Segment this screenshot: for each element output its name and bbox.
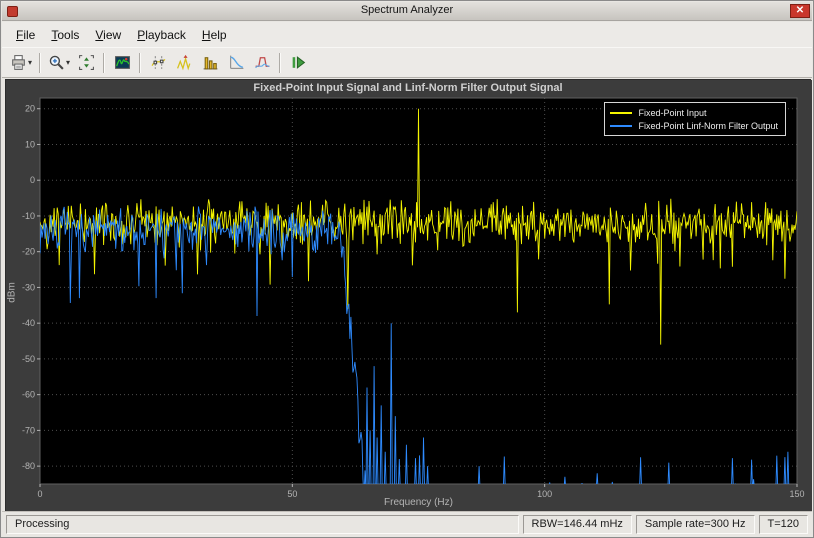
statusbar: Processing RBW=146.44 mHz Sample rate=30… bbox=[2, 511, 812, 536]
zoom-in-button[interactable]: ▾ bbox=[45, 51, 73, 75]
window-title: Spectrum Analyzer bbox=[360, 4, 454, 16]
toolbar-separator bbox=[279, 52, 282, 73]
cursor-measurements-button[interactable] bbox=[145, 51, 171, 75]
titlebar[interactable]: Spectrum Analyzer ✕ bbox=[2, 2, 812, 21]
step-forward-icon bbox=[290, 54, 307, 71]
rbw-indicator: RBW=146.44 mHz bbox=[522, 514, 632, 534]
menu-tools[interactable]: Tools bbox=[43, 25, 87, 45]
menu-file[interactable]: File bbox=[8, 25, 43, 45]
y-tick-label: -40 bbox=[22, 318, 35, 328]
legend-item-input: Fixed-Point Input bbox=[610, 106, 778, 119]
y-tick-label: -60 bbox=[22, 390, 35, 400]
spectrum-plot-panel: 20 10 0 -10 -20 -30 -40 -50 -60 -70 -80 0 50 100 150 F… bbox=[5, 79, 812, 513]
spectrum-analyzer-window: Spectrum Analyzer ✕ File Tools View Play… bbox=[0, 0, 814, 538]
spectrogram-button[interactable] bbox=[109, 51, 135, 75]
spectral-mask-icon bbox=[254, 54, 271, 71]
menu-view[interactable]: View bbox=[87, 25, 129, 45]
menu-playback[interactable]: Playback bbox=[129, 25, 194, 45]
peak-finder-icon bbox=[176, 54, 193, 71]
legend-swatch bbox=[610, 124, 633, 127]
toolbar-separator bbox=[103, 52, 106, 73]
y-tick-label: -80 bbox=[22, 461, 35, 471]
y-tick-label: -30 bbox=[22, 282, 35, 292]
y-tick-label: 20 bbox=[25, 104, 35, 114]
y-tick-label: -50 bbox=[22, 354, 35, 364]
legend-item-output: Fixed-Point Linf-Norm Filter Output bbox=[610, 119, 778, 132]
peak-finder-button[interactable] bbox=[171, 51, 197, 75]
legend-swatch bbox=[610, 111, 633, 114]
plot-title: Fixed-Point Input Signal and Linf-Norm F… bbox=[253, 82, 563, 94]
cursor-measurements-icon bbox=[150, 54, 167, 71]
spectrum-chart[interactable]: 20100-10-20-30-40-50-60-70-800 50 100 150 bbox=[6, 80, 812, 513]
export-button[interactable]: ▾ bbox=[7, 51, 35, 75]
time-indicator: T=120 bbox=[758, 514, 808, 534]
ccdf-curve-icon bbox=[228, 54, 245, 71]
menu-help[interactable]: Help bbox=[194, 25, 235, 45]
menubar: File Tools View Playback Help bbox=[2, 22, 812, 47]
chevron-down-icon: ▾ bbox=[28, 57, 33, 67]
toolbar-separator bbox=[139, 52, 142, 73]
distortion-bars-icon bbox=[202, 54, 219, 71]
spectrogram-icon bbox=[114, 54, 131, 71]
y-axis-label: dBm bbox=[6, 282, 18, 303]
x-axis-label: Frequency (Hz) bbox=[384, 497, 453, 508]
y-tick-label: -20 bbox=[22, 247, 35, 257]
legend-label: Fixed-Point Linf-Norm Filter Output bbox=[638, 120, 778, 131]
distortion-measurements-button[interactable] bbox=[197, 51, 223, 75]
step-forward-button[interactable] bbox=[285, 51, 311, 75]
printer-icon bbox=[10, 54, 27, 71]
chevron-down-icon: ▾ bbox=[66, 57, 71, 67]
status-message: Processing bbox=[6, 514, 519, 534]
y-tick-label: 10 bbox=[25, 139, 35, 149]
y-tick-label: 0 bbox=[30, 175, 35, 185]
y-tick-label: -70 bbox=[22, 425, 35, 435]
toolbar-separator bbox=[39, 52, 42, 73]
magnifier-icon bbox=[48, 54, 65, 71]
y-tick-label: -10 bbox=[22, 211, 35, 221]
fit-axes-icon bbox=[78, 54, 95, 71]
toolbar: ▾ ▾ bbox=[2, 47, 812, 78]
close-button[interactable]: ✕ bbox=[790, 4, 810, 18]
scale-axes-button[interactable] bbox=[73, 51, 99, 75]
sample-rate-indicator: Sample rate=300 Hz bbox=[635, 514, 755, 534]
legend-label: Fixed-Point Input bbox=[638, 107, 707, 118]
ccdf-measurements-button[interactable] bbox=[223, 51, 249, 75]
spectral-mask-button[interactable] bbox=[249, 51, 275, 75]
legend[interactable]: Fixed-Point Input Fixed-Point Linf-Norm … bbox=[604, 102, 786, 136]
